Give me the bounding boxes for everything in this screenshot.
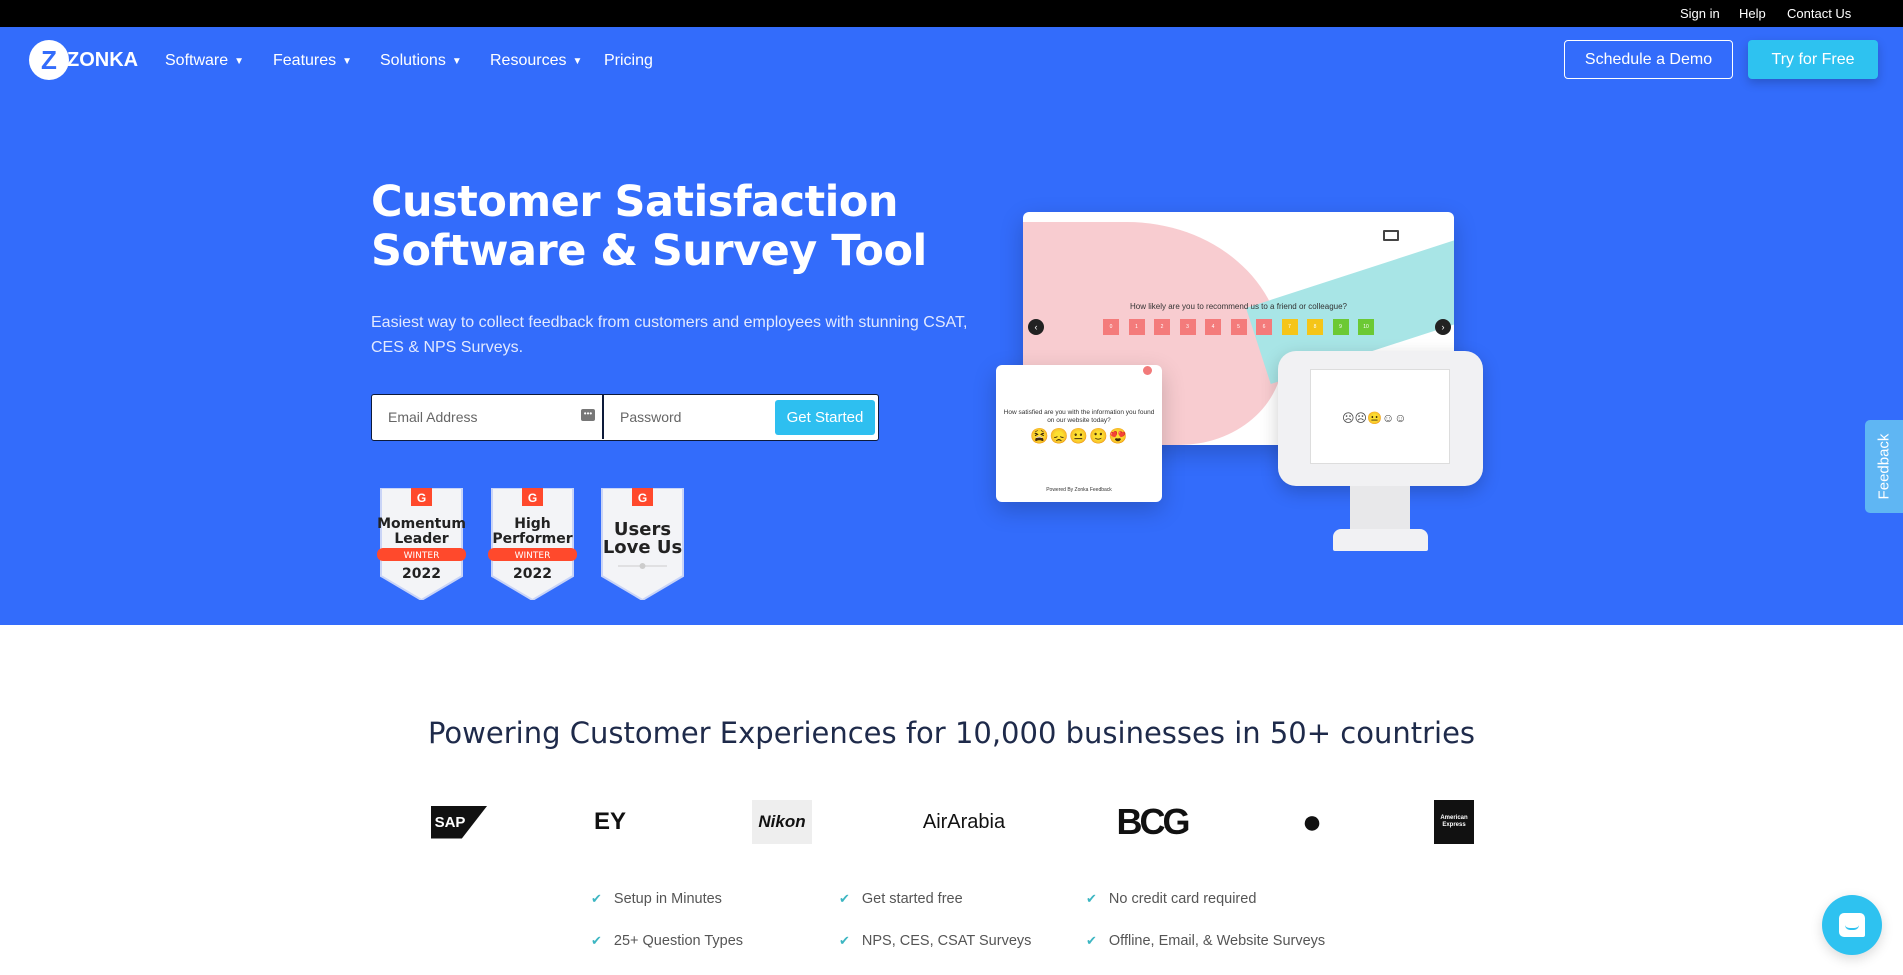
chat-button[interactable]	[1822, 895, 1882, 955]
nps-option: 3	[1179, 319, 1196, 335]
close-icon	[1143, 366, 1152, 375]
top-bar: Sign in Help Contact Us	[0, 0, 1903, 27]
feature-item: ✔ 25+ Question Types	[591, 933, 744, 949]
nps-option: 5	[1230, 319, 1247, 335]
svg-text:Love Us: Love Us	[603, 537, 682, 558]
kiosk-emoji-icons: ☹☹😐☺☺	[1342, 411, 1407, 425]
badge-line2: Leader	[394, 531, 448, 547]
nav-software[interactable]: Software ▼	[165, 52, 244, 70]
chat-icon	[1839, 913, 1865, 937]
next-arrow-icon: ›	[1435, 319, 1451, 335]
sign-in-link[interactable]: Sign in	[1680, 6, 1720, 21]
nps-option: 1	[1128, 319, 1145, 335]
bcg-logo: BCG	[1116, 801, 1191, 842]
svg-text:G: G	[417, 491, 426, 505]
feedback-tab[interactable]: Feedback	[1865, 420, 1903, 513]
zonka-logo[interactable]: Z ZONKA	[29, 40, 138, 80]
nps-option: 7	[1281, 319, 1298, 335]
check-icon: ✔	[1086, 891, 1097, 906]
nps-option: 9	[1332, 319, 1349, 335]
feature-item: ✔ NPS, CES, CSAT Surveys	[839, 933, 1032, 949]
badge-year: 2022	[513, 566, 552, 582]
feature-item: ✔ Setup in Minutes	[591, 891, 722, 907]
svg-text:WINTER: WINTER	[515, 551, 551, 561]
page-title: Customer Satisfaction Software & Survey T…	[371, 177, 927, 276]
nps-option: 10	[1358, 319, 1374, 335]
g2-badge: G Users Love Us	[598, 487, 687, 602]
feature-item: ✔ Get started free	[839, 891, 963, 907]
hero-subtitle: Easiest way to collect feedback from cus…	[371, 314, 968, 356]
password-field[interactable]: Password	[604, 395, 774, 439]
svg-text:WINTER: WINTER	[404, 551, 440, 561]
nps-question: How likely are you to recommend us to a …	[1130, 302, 1347, 311]
feature-item: ✔ No credit card required	[1086, 891, 1257, 907]
check-icon: ✔	[1086, 933, 1097, 948]
id-card-icon	[1383, 230, 1399, 241]
chevron-down-icon: ▼	[572, 55, 583, 67]
american-express-logo: American Express	[1434, 800, 1474, 844]
chevron-down-icon: ▼	[234, 55, 245, 67]
get-started-button[interactable]: Get Started	[775, 400, 875, 435]
chevron-down-icon: ▼	[342, 55, 353, 67]
nav-solutions[interactable]: Solutions ▼	[380, 52, 462, 70]
schedule-demo-button[interactable]: Schedule a Demo	[1564, 40, 1733, 79]
password-manager-icon[interactable]: •••	[581, 409, 595, 421]
check-icon: ✔	[839, 933, 850, 948]
check-icon: ✔	[591, 933, 602, 948]
csat-question: How satisfied are you with the informati…	[1003, 409, 1155, 424]
badge-line1: High	[514, 516, 551, 532]
svg-text:G: G	[638, 491, 647, 505]
chevron-down-icon: ▼	[451, 55, 462, 67]
nps-option: 8	[1307, 319, 1323, 335]
email-field[interactable]: Email Address	[372, 395, 602, 439]
apple-logo: ●	[1301, 802, 1323, 841]
feature-item: ✔ Offline, Email, & Website Surveys	[1086, 933, 1326, 949]
website-survey-card: How satisfied are you with the informati…	[996, 365, 1162, 502]
nps-option: 6	[1256, 319, 1272, 335]
try-for-free-button[interactable]: Try for Free	[1748, 40, 1878, 79]
prev-arrow-icon: ‹	[1028, 319, 1044, 335]
signup-form: Email Address ••• Password Get Started	[371, 394, 879, 441]
badge-line2: Performer	[492, 531, 572, 547]
nav-resources[interactable]: Resources ▼	[490, 52, 582, 70]
nikon-logo: Nikon	[752, 800, 812, 844]
airarabia-logo: AirArabia	[922, 810, 1006, 833]
badge-year: 2022	[402, 566, 441, 582]
ey-logo: EY	[593, 808, 626, 835]
contact-us-link[interactable]: Contact Us	[1787, 6, 1851, 21]
nps-option: 2	[1154, 319, 1170, 335]
g2-badge: G Momentum Leader WINTER 2022	[377, 487, 466, 602]
nav-features[interactable]: Features ▼	[273, 52, 352, 70]
g2-badge: G High Performer WINTER 2022	[488, 487, 577, 602]
sap-logo: SAP	[423, 800, 495, 844]
svg-text:G: G	[528, 491, 537, 505]
check-icon: ✔	[591, 891, 602, 906]
nps-option: 0	[1103, 319, 1119, 335]
check-icon: ✔	[839, 891, 850, 906]
emoji-rating-icons: 😫😞😐🙂😍	[1030, 428, 1129, 445]
nav-pricing[interactable]: Pricing	[604, 52, 653, 70]
help-link[interactable]: Help	[1739, 6, 1766, 21]
kiosk-mockup: ☹☹😐☺☺	[1278, 351, 1483, 552]
nps-option: 4	[1205, 319, 1221, 335]
badge-line1: Momentum	[377, 516, 466, 532]
customers-heading: Powering Customer Experiences for 10,000…	[427, 716, 1476, 750]
